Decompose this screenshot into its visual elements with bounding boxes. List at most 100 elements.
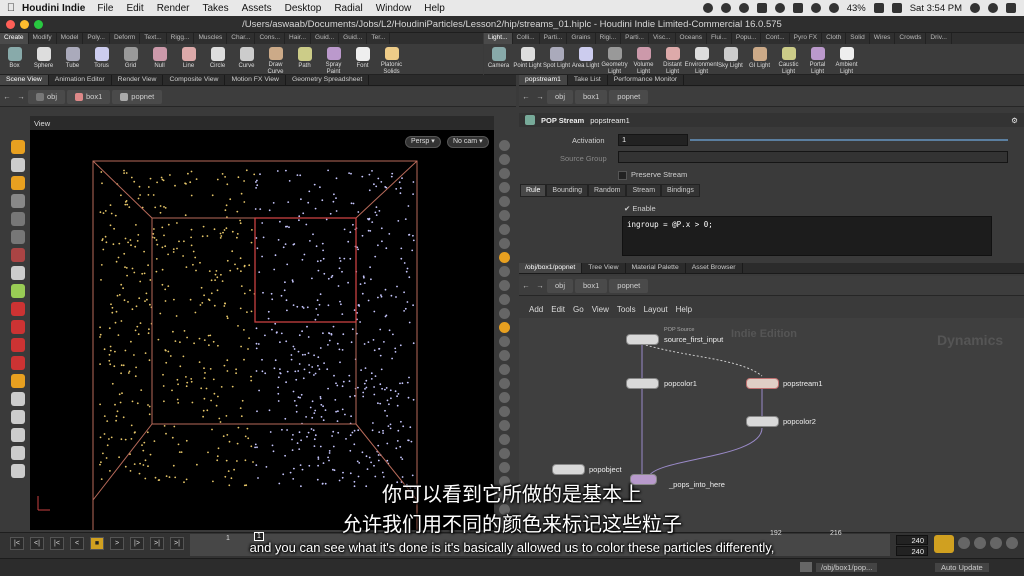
menu-edit[interactable]: Edit	[126, 3, 143, 14]
shelf-tool-camera[interactable]: Camera	[484, 44, 513, 75]
shelf-right-tab-3[interactable]: Grains	[567, 33, 596, 44]
shelf-tool-box[interactable]: Box	[0, 44, 29, 75]
display-option-10[interactable]	[498, 266, 510, 277]
network-tab-2[interactable]: Material Palette	[626, 263, 686, 273]
shelf-tool-caustic-light[interactable]: Caustic Light	[774, 44, 803, 75]
left-pane-tab-2[interactable]: Render View	[112, 75, 164, 85]
shelf-right-tab-2[interactable]: Parti...	[540, 33, 568, 44]
network-tab-1[interactable]: Tree View	[582, 263, 626, 273]
shelf-tool-spray-paint[interactable]: Spray Paint	[319, 44, 348, 75]
net-menu-go[interactable]: Go	[573, 305, 584, 314]
menu-radial[interactable]: Radial	[334, 3, 362, 14]
param-crumb-box1[interactable]: box1	[575, 89, 608, 104]
status-icon-6[interactable]	[792, 3, 803, 13]
shelf-right-tab-15[interactable]: Crowds	[895, 33, 927, 44]
shelf-tool-circle[interactable]: Circle	[203, 44, 232, 75]
display-option-13[interactable]	[498, 308, 510, 319]
shelf-left-tab-6[interactable]: Rigg...	[167, 33, 195, 44]
shelf-right-tab-7[interactable]: Oceans	[676, 33, 707, 44]
auto-update-menu[interactable]: Auto Update	[935, 563, 989, 572]
display-option-3[interactable]	[498, 168, 510, 179]
shelf-right-tab-6[interactable]: Visc...	[649, 33, 676, 44]
left-pane-tab-3[interactable]: Composite View	[163, 75, 226, 85]
param-crumb-popnet[interactable]: popnet	[609, 89, 649, 104]
notification-icon[interactable]	[1006, 3, 1016, 13]
node-popcolor1[interactable]	[626, 378, 659, 389]
shelf-tool-point-light[interactable]: Point Light	[513, 44, 542, 75]
param-back-icon[interactable]: ←	[519, 92, 533, 101]
shelf-tool-path[interactable]: Path	[290, 44, 319, 75]
menu-render[interactable]: Render	[157, 3, 190, 14]
menu-desktop[interactable]: Desktop	[285, 3, 322, 14]
shelf-tool-spot-light[interactable]: Spot Light	[542, 44, 571, 75]
crumb-popnet[interactable]: popnet	[112, 89, 163, 104]
shelf-tool-environment-light[interactable]: Environment Light	[685, 44, 718, 75]
net-menu-view[interactable]: View	[592, 305, 609, 314]
shelf-right-tab-5[interactable]: Parti...	[621, 33, 649, 44]
shelf-tool-font[interactable]: Font	[348, 44, 377, 75]
shelf-tool-grid[interactable]: Grid	[116, 44, 145, 75]
shelf-left-tab-8[interactable]: Char...	[227, 33, 256, 44]
status-icon-5[interactable]	[774, 3, 785, 13]
node-popstream1[interactable]	[746, 378, 779, 389]
shelf-right-tab-8[interactable]: Flui...	[707, 33, 732, 44]
display-option-22[interactable]	[498, 434, 510, 445]
crumb-box1[interactable]: box1	[67, 89, 111, 104]
preserve-stream-toggle[interactable]: Preserve Stream	[618, 170, 687, 180]
camera-menu[interactable]: No cam ▾	[447, 136, 489, 148]
display-option-15[interactable]	[498, 336, 510, 347]
net-crumb-obj[interactable]: obj	[547, 278, 574, 293]
viewport-tool-10[interactable]	[11, 302, 25, 316]
viewport-tool-16[interactable]	[11, 410, 25, 424]
menu-window[interactable]: Window	[376, 3, 412, 14]
shelf-left-tab-12[interactable]: Guid...	[339, 33, 368, 44]
net-crumb-popnet[interactable]: popnet	[609, 278, 649, 293]
shelf-left-tab-0[interactable]: Create	[0, 33, 29, 44]
shelf-left-tab-11[interactable]: Guid...	[311, 33, 340, 44]
shelf-right-tab-11[interactable]: Pyro FX	[790, 33, 823, 44]
crumb-obj[interactable]: obj	[28, 89, 66, 104]
viewport-tool-1[interactable]	[11, 140, 25, 154]
param-subtab-3[interactable]: Stream	[626, 184, 662, 197]
wifi-icon[interactable]	[810, 3, 821, 13]
param-tab-1[interactable]: Take List	[568, 75, 608, 85]
viewport-canvas[interactable]	[30, 130, 494, 530]
display-option-2[interactable]	[498, 154, 510, 165]
volume-icon[interactable]	[828, 3, 839, 13]
net-menu-edit[interactable]: Edit	[551, 305, 565, 314]
preserve-stream-checkbox[interactable]	[618, 170, 627, 180]
display-option-18[interactable]	[498, 378, 510, 389]
shelf-left-tab-10[interactable]: Hair...	[285, 33, 312, 44]
zoom-window-button[interactable]	[34, 20, 43, 29]
display-option-12[interactable]	[498, 294, 510, 305]
status-path[interactable]: /obj/box1/pop...	[816, 563, 878, 572]
param-forward-icon[interactable]: →	[533, 92, 547, 101]
shelf-tool-platonic-solids[interactable]: Platonic Solids	[377, 44, 406, 75]
viewport-tool-3[interactable]	[11, 176, 25, 190]
flag-icon[interactable]	[891, 3, 902, 13]
shelf-right-tab-12[interactable]: Cloth	[822, 33, 847, 44]
shelf-right-tab-1[interactable]: Colli...	[513, 33, 540, 44]
shelf-tool-draw-curve[interactable]: Draw Curve	[261, 44, 290, 75]
net-menu-help[interactable]: Help	[676, 305, 692, 314]
display-option-1[interactable]	[498, 140, 510, 151]
spotlight-icon[interactable]	[970, 3, 980, 13]
left-pane-tab-0[interactable]: Scene View	[0, 75, 49, 85]
shelf-left-tab-2[interactable]: Model	[57, 33, 84, 44]
shelf-tool-area-light[interactable]: Area Light	[571, 44, 600, 75]
persp-menu[interactable]: Persp ▾	[405, 136, 441, 148]
shelf-tool-ambient-light[interactable]: Ambient Light	[832, 44, 861, 75]
display-option-5[interactable]	[498, 196, 510, 207]
battery-icon[interactable]	[873, 3, 884, 13]
shelf-left-tab-9[interactable]: Cons...	[255, 33, 286, 44]
status-icon-2[interactable]	[720, 3, 731, 13]
shelf-tool-tube[interactable]: Tube	[58, 44, 87, 75]
status-icon-4[interactable]	[756, 3, 767, 13]
clock[interactable]: Sat 3:54 PM	[910, 3, 962, 14]
forward-arrow-icon[interactable]: →	[14, 92, 28, 101]
vexpression-editor[interactable]: ingroup = @P.x > 0;	[622, 216, 992, 256]
display-option-4[interactable]	[498, 182, 510, 193]
node-name[interactable]: popstream1	[590, 116, 630, 125]
net-back-icon[interactable]: ←	[519, 281, 533, 290]
param-subtab-2[interactable]: Random	[588, 184, 627, 197]
